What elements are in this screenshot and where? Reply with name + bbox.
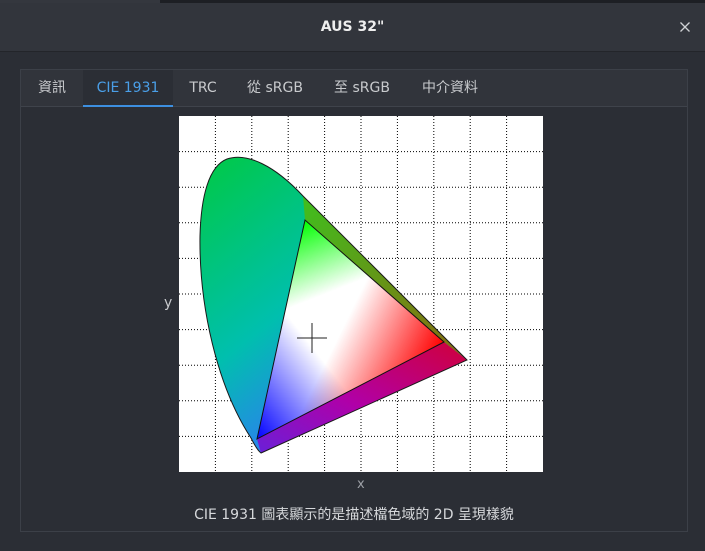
tab-cie1931[interactable]: CIE 1931	[83, 70, 173, 107]
diagram-caption: CIE 1931 圖表顯示的是描述檔色域的 2D 呈現樣貌	[194, 507, 514, 523]
tab-info[interactable]: 資訊	[21, 70, 83, 106]
window-title: AUS 32"	[320, 19, 385, 35]
cie-diagram	[179, 116, 543, 472]
profile-panel: 資訊 CIE 1931 TRC 從 sRGB 至 sRGB 中介資料 y x C…	[20, 69, 688, 532]
x-axis-label: x	[357, 477, 365, 492]
y-axis-label: y	[164, 295, 173, 311]
close-button[interactable]	[675, 17, 695, 37]
tab-trc[interactable]: TRC	[173, 70, 233, 106]
titlebar: AUS 32"	[0, 3, 705, 52]
tab-to-srgb[interactable]: 至 sRGB	[321, 70, 403, 106]
tab-metadata[interactable]: 中介資料	[407, 70, 493, 106]
tab-bar: 資訊 CIE 1931 TRC 從 sRGB 至 sRGB 中介資料	[21, 70, 687, 107]
tab-from-srgb[interactable]: 從 sRGB	[233, 70, 317, 106]
close-icon	[680, 22, 690, 32]
